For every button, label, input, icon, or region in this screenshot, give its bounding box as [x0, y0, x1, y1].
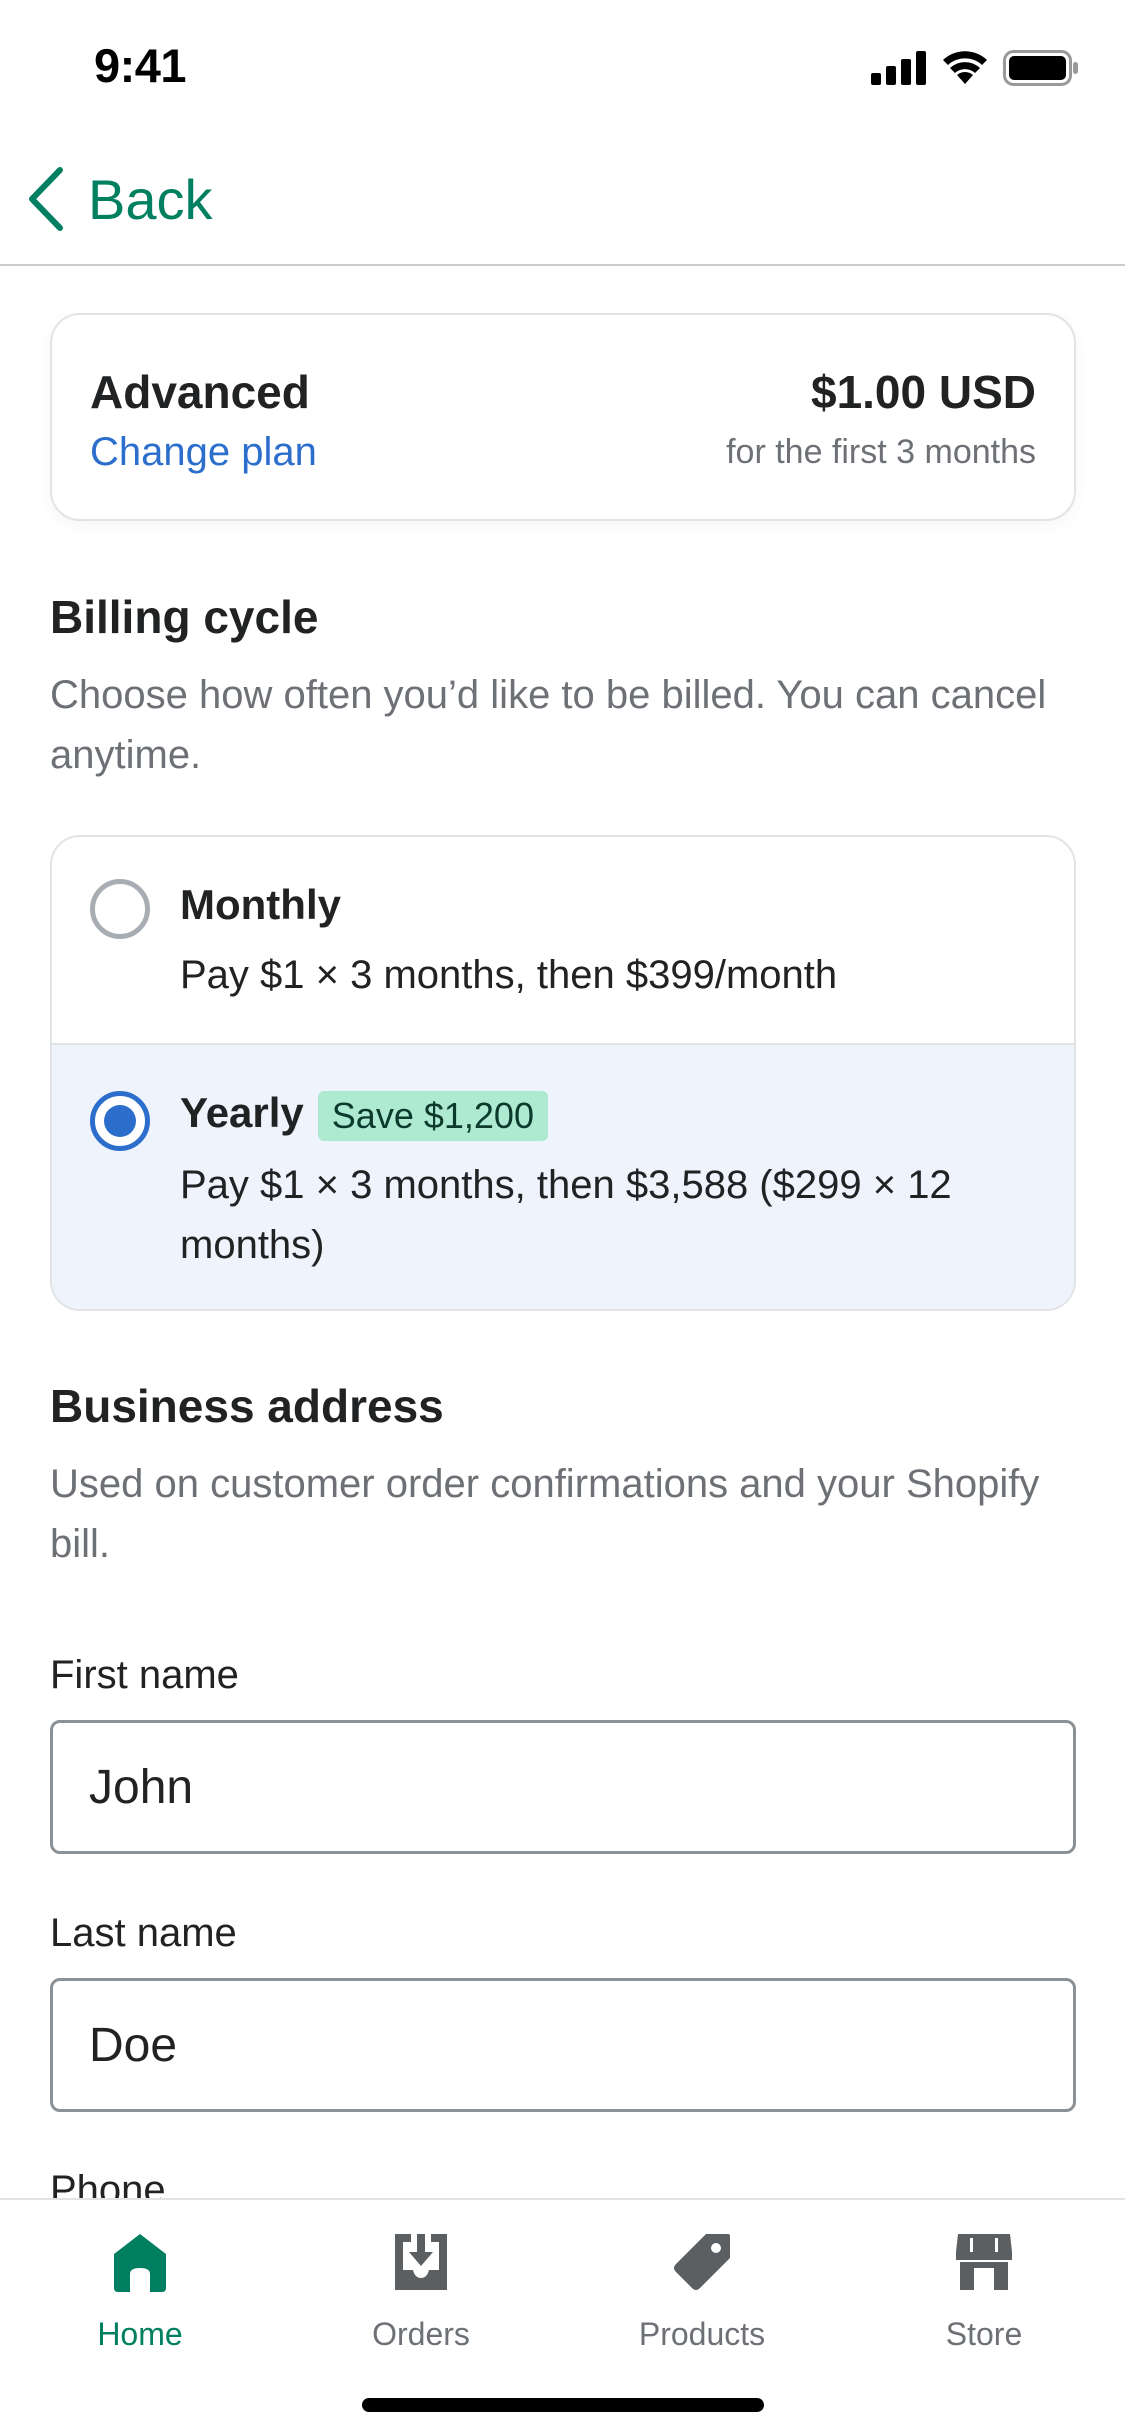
plan-card: Advanced Change plan $1.00 USD for the f…: [50, 313, 1076, 521]
tag-icon: [674, 2234, 730, 2290]
save-badge: Save $1,200: [317, 1090, 548, 1141]
billing-cycle-description: Choose how often you’d like to be billed…: [50, 673, 1047, 777]
store-icon: [956, 2234, 1012, 2290]
tab-label: Products: [638, 2316, 766, 2352]
tab-label: Home: [97, 2316, 183, 2352]
tab-orders[interactable]: Orders: [301, 2230, 541, 2353]
business-address-title: Business address: [50, 1380, 444, 1432]
option-title-row: Yearly Save $1,200: [180, 1089, 548, 1141]
billing-options: Monthly Pay $1 × 3 months, then $399/mon…: [50, 835, 1076, 1311]
option-description: Pay $1 × 3 months, then $3,588 ($299 × 1…: [180, 1163, 952, 1267]
billing-option-monthly[interactable]: Monthly Pay $1 × 3 months, then $399/mon…: [52, 837, 1074, 1043]
tab-home[interactable]: Home: [20, 2230, 260, 2353]
change-plan-link[interactable]: Change plan: [90, 430, 317, 475]
tab-label: Store: [945, 2316, 1023, 2352]
back-label: Back: [88, 167, 213, 231]
tab-label: Orders: [372, 2316, 470, 2352]
billing-cycle-title: Billing cycle: [50, 591, 319, 643]
battery-icon: [1003, 50, 1078, 86]
plan-name: Advanced: [90, 366, 310, 418]
radio-monthly[interactable]: [90, 879, 150, 939]
status-bar: 9:41: [0, 0, 1125, 132]
status-icons: [871, 50, 1079, 86]
status-time: 9:41: [94, 39, 187, 92]
last-name-label: Last name: [50, 1911, 237, 1955]
wifi-icon: [943, 51, 987, 84]
orders-icon: [395, 2234, 447, 2290]
last-name-input[interactable]: [50, 1978, 1076, 2112]
first-name-input[interactable]: [50, 1720, 1076, 1854]
nav-bar: Back: [0, 132, 1125, 266]
screen: 9:41 Back Advanced Change plan $1.00 USD…: [0, 0, 1125, 2436]
billing-option-yearly[interactable]: Yearly Save $1,200 Pay $1 × 3 months, the…: [52, 1043, 1074, 1309]
business-address-description: Used on customer order confirmations and…: [50, 1462, 1040, 1566]
tab-store[interactable]: Store: [864, 2230, 1104, 2353]
first-name-label: First name: [50, 1653, 239, 1697]
chevron-left-icon: [29, 167, 63, 231]
home-icon: [114, 2234, 166, 2292]
back-button[interactable]: Back: [26, 166, 213, 232]
plan-price-note: for the first 3 months: [726, 433, 1036, 471]
option-title: Yearly: [180, 1089, 304, 1136]
radio-yearly[interactable]: [90, 1091, 150, 1151]
option-title: Monthly: [180, 881, 341, 928]
plan-price: $1.00 USD: [810, 366, 1036, 418]
home-indicator: [362, 2398, 764, 2412]
radio-dot: [104, 1105, 136, 1137]
tab-products[interactable]: Products: [582, 2230, 822, 2353]
cellular-signal-icon: [871, 51, 926, 85]
option-description: Pay $1 × 3 months, then $399/month: [180, 953, 838, 997]
